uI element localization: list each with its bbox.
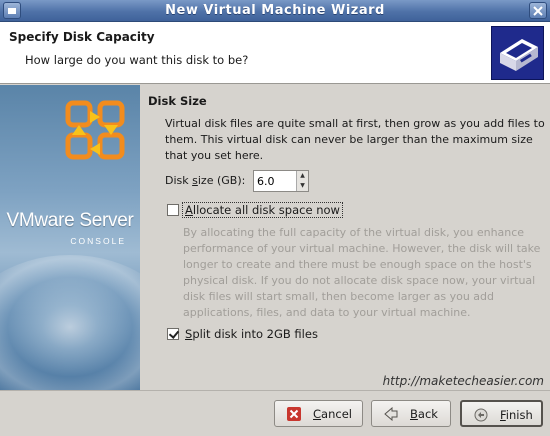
finish-button[interactable]: Finish — [460, 400, 543, 427]
close-icon — [533, 6, 543, 16]
section-description: Virtual disk files are quite small at fi… — [165, 117, 545, 162]
disk-size-label-prefix: Disk — [165, 174, 193, 187]
close-button[interactable] — [529, 2, 547, 19]
cancel-label-rest: ancel — [321, 407, 352, 421]
watermark-url: http://maketecheasier.com — [382, 374, 544, 388]
cancel-label: Cancel — [313, 407, 352, 421]
title-bar: New Virtual Machine Wizard — [0, 0, 550, 22]
button-bar: Cancel Back Finish — [0, 390, 550, 436]
disk-size-input[interactable] — [257, 174, 295, 188]
wizard-header: Specify Disk Capacity How large do you w… — [0, 22, 550, 84]
cancel-button[interactable]: Cancel — [274, 400, 363, 427]
section-title: Disk Size — [148, 94, 207, 108]
finish-label: Finish — [500, 408, 533, 422]
spin-down-icon[interactable]: ▼ — [297, 181, 308, 191]
split-disk-checkbox[interactable] — [167, 328, 179, 340]
allocate-all-checkbox[interactable] — [167, 204, 179, 216]
product-subtitle: CONSOLE — [70, 236, 126, 246]
vmware-banner: VMware Server CONSOLE — [0, 85, 140, 390]
split-disk-label-rest: plit disk into 2GB files — [192, 327, 318, 341]
back-button[interactable]: Back — [371, 400, 451, 427]
split-disk-label[interactable]: Split disk into 2GB files — [185, 327, 318, 341]
hard-disk-icon — [491, 26, 544, 80]
disk-size-label: Disk size (GB): — [165, 174, 245, 187]
wizard-content: Disk Size Virtual disk files are quite s… — [140, 85, 550, 390]
back-arrow-icon — [384, 407, 398, 421]
window-title: New Virtual Machine Wizard — [165, 3, 385, 18]
back-label-rest: ack — [417, 407, 438, 421]
finish-icon — [474, 408, 488, 422]
allocate-description: By allocating the full capacity of the v… — [183, 226, 541, 319]
page-subtitle: How large do you want this disk to be? — [25, 53, 249, 67]
finish-label-rest: inish — [505, 408, 533, 422]
disk-size-spinbox[interactable]: ▲ ▼ — [253, 170, 309, 192]
spin-arrows: ▲ ▼ — [296, 171, 308, 191]
allocate-all-label[interactable]: Allocate all disk space now — [182, 202, 343, 218]
product-name: VMware Server — [6, 210, 134, 231]
water-ripple-graphic — [0, 255, 140, 390]
back-label: Back — [410, 407, 438, 421]
allocate-all-label-rest: llocate all disk space now — [192, 203, 340, 217]
allocate-all-label-mnemonic: A — [185, 203, 193, 217]
disk-size-label-suffix: ize (GB): — [197, 174, 246, 187]
vmware-logo-icon — [65, 100, 125, 160]
cancel-label-mnemonic: C — [313, 407, 322, 421]
cancel-x-icon — [287, 407, 301, 421]
back-label-mnemonic: B — [410, 407, 418, 421]
page-title: Specify Disk Capacity — [9, 30, 155, 44]
spin-up-icon[interactable]: ▲ — [297, 171, 308, 181]
